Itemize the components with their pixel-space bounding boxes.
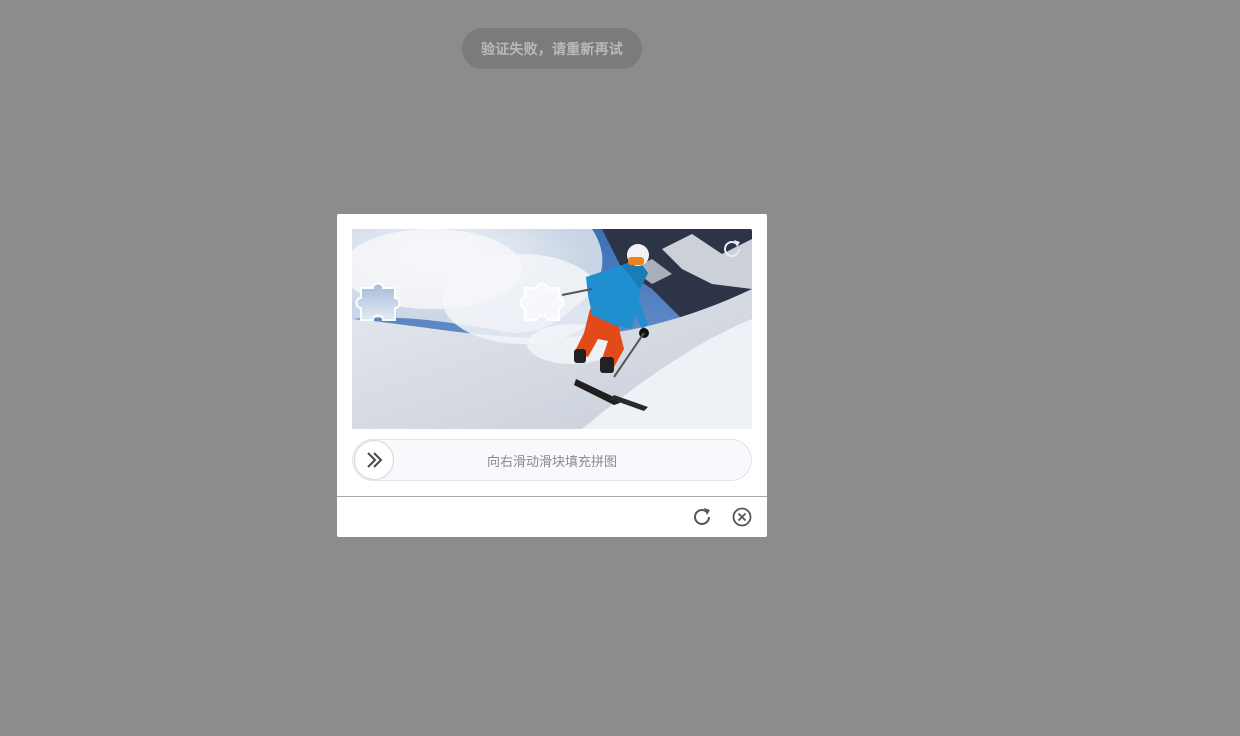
footer-refresh-button[interactable] [691,506,713,528]
toast-message: 验证失败，请重新再试 [481,41,623,58]
captcha-image-panel [352,229,752,429]
puzzle-target-slot [519,280,573,326]
image-refresh-button[interactable] [720,237,744,261]
slider-hint: 向右滑动滑块填充拼图 [486,454,617,470]
slider-handle[interactable] [354,440,394,480]
dialog-footer [337,496,767,537]
error-toast: 验证失败，请重新再试 [462,28,642,69]
slider-track[interactable]: 向右滑动滑块填充拼图 [352,439,752,481]
puzzle-piece[interactable] [355,280,409,326]
footer-close-button[interactable] [731,506,753,528]
close-circle-icon [732,507,752,527]
refresh-icon [724,240,740,257]
double-chevron-right-icon [367,452,383,468]
refresh-icon [694,508,710,525]
slider-captcha-dialog: 向右滑动滑块填充拼图 [337,214,767,537]
captcha-background-image [352,229,752,429]
